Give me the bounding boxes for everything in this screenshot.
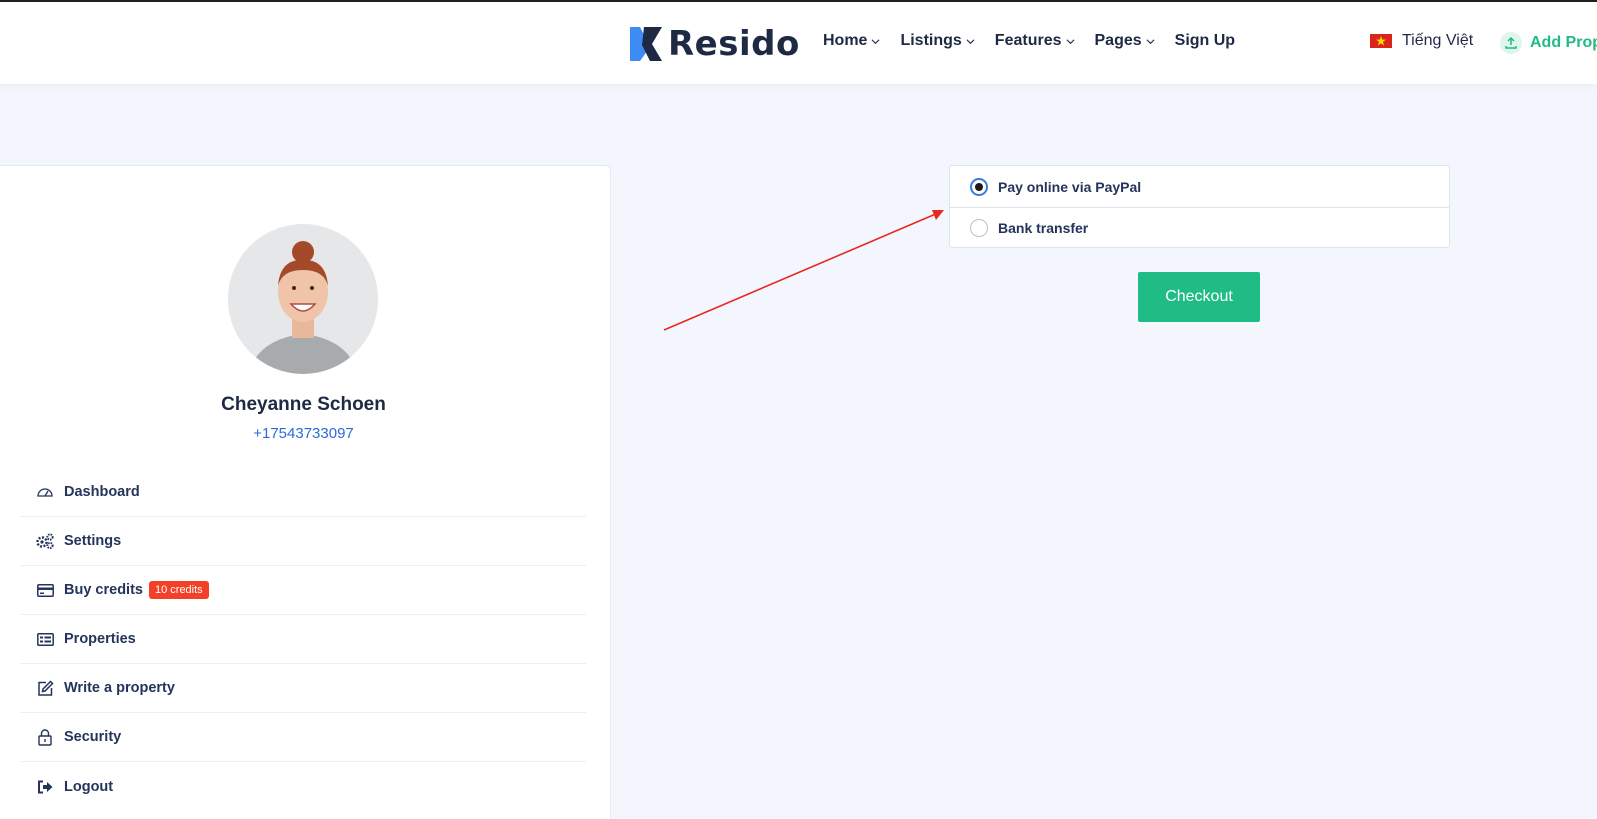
lock-icon bbox=[36, 728, 54, 746]
payment-option-label: Pay online via PayPal bbox=[998, 178, 1142, 195]
chevron-down-icon bbox=[1146, 38, 1155, 44]
nav-home-label: Home bbox=[823, 32, 868, 49]
chevron-down-icon bbox=[966, 38, 975, 44]
sidebar-item-label: Buy credits bbox=[64, 582, 143, 598]
language-label: Tiếng Việt bbox=[1402, 32, 1474, 49]
credit-card-icon bbox=[36, 581, 54, 599]
chevron-down-icon bbox=[871, 38, 880, 44]
top-navbar: Resido Home Listings Features Pages Sign… bbox=[0, 0, 1597, 84]
nav-listings-label: Listings bbox=[900, 32, 962, 49]
nav-sign-up[interactable]: Sign Up bbox=[1175, 32, 1235, 50]
sidebar-item-label: Security bbox=[64, 729, 122, 745]
upload-icon bbox=[1500, 32, 1522, 54]
nav-home[interactable]: Home bbox=[823, 32, 880, 50]
user-name: Cheyanne Schoen bbox=[221, 394, 386, 415]
nav-listings[interactable]: Listings bbox=[900, 32, 975, 50]
gears-icon bbox=[36, 532, 54, 550]
main-nav: Home Listings Features Pages Sign Up bbox=[823, 32, 1255, 50]
sidebar-item-label: Write a property bbox=[64, 680, 175, 696]
sidebar-item-label: Logout bbox=[64, 778, 114, 795]
avatar bbox=[228, 224, 378, 374]
sidebar-item-write-property[interactable]: Write a property bbox=[20, 664, 586, 713]
sidebar-item-settings[interactable]: Settings bbox=[20, 517, 586, 566]
sidebar-item-security[interactable]: Security bbox=[20, 713, 586, 762]
sidebar-menu: Dashboard Settings Buy credits 10 credit… bbox=[20, 468, 586, 811]
user-phone[interactable]: +17543733097 bbox=[0, 425, 607, 442]
nav-features-label: Features bbox=[994, 32, 1062, 49]
credits-badge: 10 credits bbox=[148, 581, 209, 599]
nav-features[interactable]: Features bbox=[995, 32, 1075, 50]
payment-option-bank-transfer[interactable]: Bank transfer bbox=[950, 207, 1449, 248]
payment-methods: Pay online via PayPal Bank transfer bbox=[949, 165, 1450, 248]
logo-text: Resido bbox=[668, 24, 800, 64]
logo[interactable]: Resido bbox=[630, 22, 800, 66]
list-icon bbox=[36, 630, 54, 648]
language-switcher[interactable]: Tiếng Việt bbox=[1370, 32, 1473, 50]
user-sidebar: Cheyanne Schoen +17543733097 Dashboard S… bbox=[0, 165, 611, 819]
sidebar-item-label: Settings bbox=[64, 533, 122, 549]
sidebar-item-label: Dashboard bbox=[64, 484, 140, 500]
chevron-down-icon bbox=[1066, 38, 1074, 44]
paypal-radio[interactable] bbox=[970, 177, 988, 196]
vietnam-flag-icon bbox=[1370, 34, 1392, 48]
payment-option-paypal[interactable]: Pay online via PayPal bbox=[950, 166, 1449, 207]
add-property-label: Add Prope bbox=[1530, 34, 1597, 51]
nav-pages[interactable]: Pages bbox=[1095, 32, 1155, 50]
nav-sign-up-label: Sign Up bbox=[1174, 32, 1236, 49]
payment-option-label: Bank transfer bbox=[998, 220, 1089, 236]
bank-transfer-radio[interactable] bbox=[970, 219, 988, 237]
sign-out-icon bbox=[36, 778, 54, 796]
sidebar-item-logout[interactable]: Logout bbox=[20, 762, 586, 811]
sidebar-item-label: Properties bbox=[64, 631, 136, 647]
sidebar-item-properties[interactable]: Properties bbox=[20, 615, 586, 664]
logo-mark-icon bbox=[630, 25, 664, 63]
sidebar-item-buy-credits[interactable]: Buy credits 10 credits bbox=[20, 566, 586, 615]
add-property-link[interactable]: Add Prope bbox=[1500, 32, 1597, 54]
annotation-arrow bbox=[663, 210, 944, 331]
nav-pages-label: Pages bbox=[1094, 32, 1142, 49]
dashboard-icon bbox=[36, 483, 54, 501]
edit-icon bbox=[36, 679, 54, 697]
sidebar-item-dashboard[interactable]: Dashboard bbox=[20, 468, 586, 517]
checkout-button[interactable]: Checkout bbox=[1138, 272, 1260, 322]
